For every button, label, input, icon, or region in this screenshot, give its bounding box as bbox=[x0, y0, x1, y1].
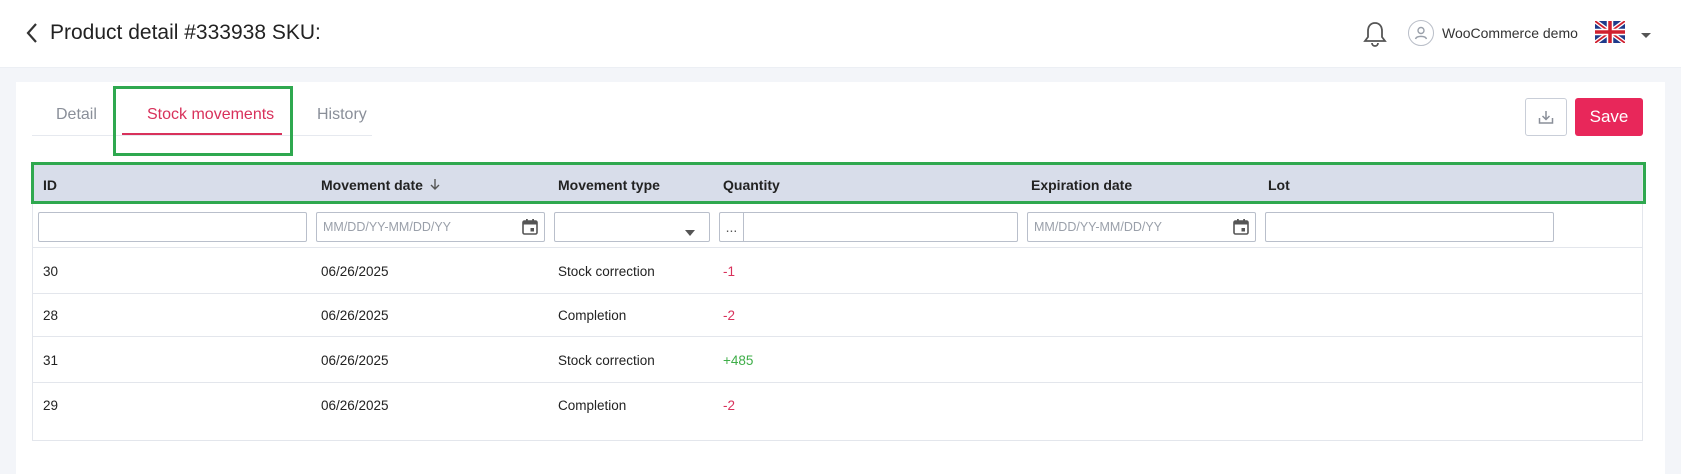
column-header-label: Movement date bbox=[321, 177, 423, 193]
cell-quantity: -1 bbox=[723, 264, 736, 279]
lot-filter-input[interactable] bbox=[1265, 212, 1554, 242]
uk-flag-icon[interactable] bbox=[1593, 19, 1627, 45]
cell-id: 30 bbox=[43, 264, 59, 279]
export-button[interactable] bbox=[1525, 98, 1567, 136]
content-card: Detail Stock movements History Save ID M… bbox=[16, 82, 1665, 474]
chevron-down-icon bbox=[685, 225, 695, 239]
filter-row: MM/DD/YY-MM/DD/YY ... MM/DD/YY-MM/DD/YY bbox=[33, 203, 1642, 248]
user-avatar-icon bbox=[1408, 20, 1434, 46]
movement-date-filter-input[interactable]: MM/DD/YY-MM/DD/YY bbox=[316, 212, 545, 242]
expiration-date-filter-input[interactable]: MM/DD/YY-MM/DD/YY bbox=[1027, 212, 1256, 242]
table-row[interactable]: 31 06/26/2025 Stock correction +485 bbox=[33, 337, 1642, 383]
cell-id: 28 bbox=[43, 308, 59, 323]
language-dropdown-icon[interactable] bbox=[1640, 27, 1652, 45]
cell-movement-date: 06/26/2025 bbox=[321, 264, 389, 279]
table-row[interactable]: 30 06/26/2025 Stock correction -1 bbox=[33, 249, 1642, 294]
quantity-filter[interactable]: ... bbox=[719, 212, 1018, 242]
cell-movement-type: Completion bbox=[558, 398, 627, 413]
cell-id: 29 bbox=[43, 398, 59, 413]
tab-history[interactable]: History bbox=[317, 106, 367, 124]
table-header: ID Movement date Movement type Quantity … bbox=[33, 165, 1642, 203]
column-header-quantity[interactable]: Quantity bbox=[723, 177, 780, 193]
back-arrow-icon[interactable] bbox=[22, 20, 42, 46]
calendar-icon[interactable] bbox=[521, 218, 539, 239]
calendar-icon[interactable] bbox=[1232, 218, 1250, 239]
user-menu[interactable]: WooCommerce demo bbox=[1408, 19, 1578, 47]
column-header-expiration-date[interactable]: Expiration date bbox=[1031, 177, 1132, 193]
date-range-placeholder: MM/DD/YY-MM/DD/YY bbox=[323, 220, 452, 234]
save-button[interactable]: Save bbox=[1575, 98, 1643, 136]
cell-movement-type: Stock correction bbox=[558, 264, 655, 279]
table-row[interactable]: 29 06/26/2025 Completion -2 bbox=[33, 383, 1642, 427]
column-header-lot[interactable]: Lot bbox=[1268, 177, 1290, 193]
column-header-id[interactable]: ID bbox=[43, 177, 57, 193]
tab-stock-movements[interactable]: Stock movements bbox=[147, 106, 274, 124]
column-header-movement-type[interactable]: Movement type bbox=[558, 177, 660, 193]
cell-movement-date: 06/26/2025 bbox=[321, 353, 389, 368]
cell-movement-date: 06/26/2025 bbox=[321, 308, 389, 323]
quantity-operator-button[interactable]: ... bbox=[720, 213, 744, 241]
cell-quantity: -2 bbox=[723, 308, 736, 323]
date-range-placeholder: MM/DD/YY-MM/DD/YY bbox=[1034, 220, 1163, 234]
table-row[interactable]: 28 06/26/2025 Completion -2 bbox=[33, 294, 1642, 337]
cell-quantity: -2 bbox=[723, 398, 736, 413]
cell-id: 31 bbox=[43, 353, 59, 368]
id-filter-input[interactable] bbox=[38, 212, 307, 242]
tab-bar: Detail Stock movements History bbox=[32, 82, 372, 136]
user-name: WooCommerce demo bbox=[1442, 25, 1578, 41]
page-title: Product detail #333938 SKU: bbox=[50, 21, 321, 44]
top-bar: Product detail #333938 SKU: WooCommerce … bbox=[0, 0, 1681, 68]
cell-quantity: +485 bbox=[723, 353, 754, 368]
bell-icon[interactable] bbox=[1362, 20, 1388, 48]
column-header-movement-date[interactable]: Movement date bbox=[321, 177, 441, 194]
stock-movements-table: ID Movement date Movement type Quantity … bbox=[32, 164, 1643, 441]
sort-descending-icon[interactable] bbox=[429, 178, 441, 194]
download-icon bbox=[1538, 111, 1554, 124]
cell-movement-type: Completion bbox=[558, 308, 627, 323]
tab-detail[interactable]: Detail bbox=[56, 106, 97, 124]
active-tab-indicator bbox=[122, 133, 282, 135]
cell-movement-date: 06/26/2025 bbox=[321, 398, 389, 413]
cell-movement-type: Stock correction bbox=[558, 353, 655, 368]
movement-type-select[interactable] bbox=[554, 212, 710, 242]
